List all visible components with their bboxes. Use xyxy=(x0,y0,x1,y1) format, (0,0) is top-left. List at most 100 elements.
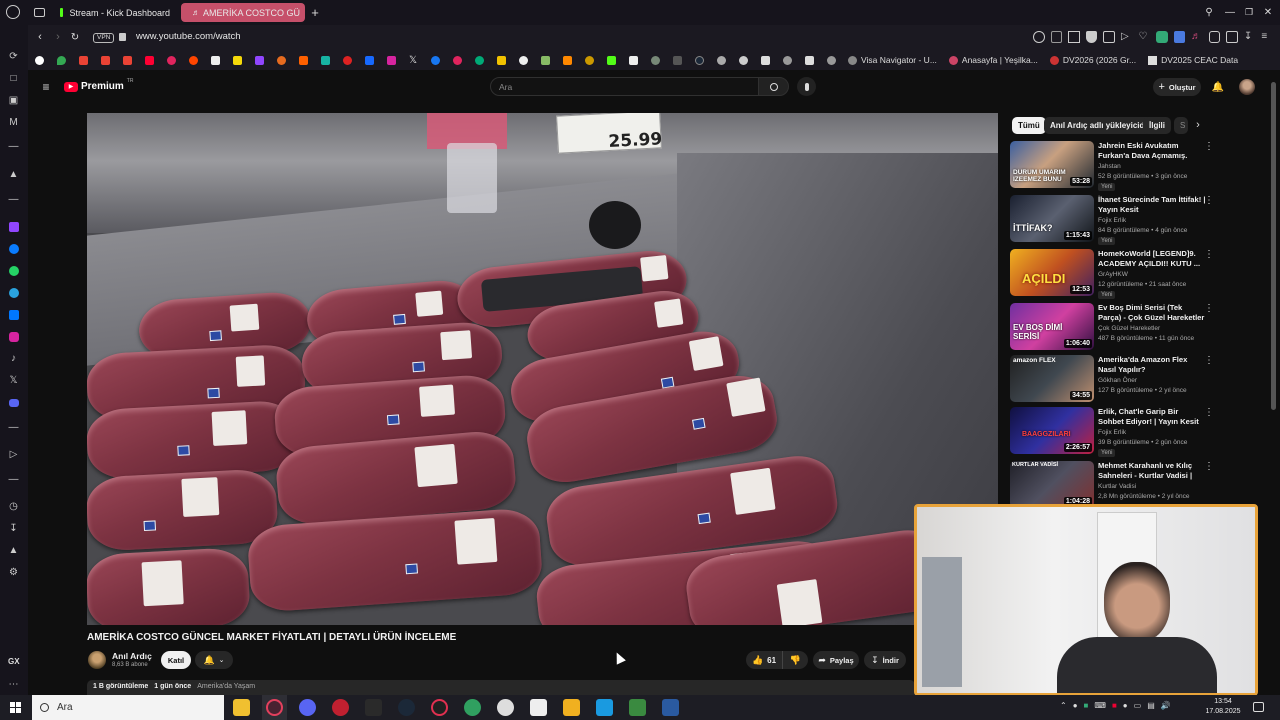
bookmark-dot[interactable] xyxy=(336,50,358,70)
channel-avatar[interactable] xyxy=(88,651,106,669)
steam-icon[interactable] xyxy=(398,699,415,716)
chip-all[interactable]: Tümü xyxy=(1012,117,1046,134)
vpn-extension-icon[interactable] xyxy=(1156,31,1168,43)
tray-chevron-icon[interactable]: ⌃ xyxy=(1060,701,1067,714)
dislike-button[interactable]: 👎 xyxy=(782,651,808,669)
bookmark-anasayfa[interactable]: Anasayfa | Yeşilka... xyxy=(943,55,1044,65)
bookmark-orange-1[interactable] xyxy=(270,50,292,70)
download-button[interactable]: ↧ İndir xyxy=(864,651,906,669)
zoom-icon[interactable] xyxy=(1033,31,1045,43)
download-video-icon[interactable] xyxy=(1103,31,1115,43)
rockstar-icon[interactable] xyxy=(563,699,580,716)
bookmark-behance[interactable] xyxy=(358,50,380,70)
calculator-icon[interactable] xyxy=(662,699,679,716)
taskbar-search[interactable]: Ara xyxy=(32,695,224,720)
bookmark-chatgpt[interactable] xyxy=(512,50,534,70)
shield-icon[interactable] xyxy=(1085,31,1098,43)
forward-icon[interactable]: › xyxy=(52,31,64,43)
bookmark-facebook[interactable] xyxy=(424,50,446,70)
download-icon[interactable]: ↧ xyxy=(1244,31,1256,43)
microphone-tray-icon[interactable]: ● xyxy=(1073,701,1078,714)
tab-youtube-video[interactable]: ♬ AMERİKA COSTCO GÜ xyxy=(181,3,305,22)
more-options-icon[interactable]: ⋮ xyxy=(1204,355,1214,366)
share-button[interactable]: ➦ Paylaş xyxy=(813,651,859,669)
twitch-icon[interactable] xyxy=(7,220,20,233)
player-icon[interactable]: ▷ xyxy=(7,448,20,461)
translate-icon[interactable] xyxy=(1173,31,1186,43)
volume-icon[interactable]: 🔊 xyxy=(1161,701,1171,714)
bookmark-maps[interactable] xyxy=(50,50,72,70)
opera-menu-icon[interactable] xyxy=(6,5,20,19)
kick-sidebar-icon[interactable]: ▲ xyxy=(7,168,20,181)
hamburger-menu-icon[interactable]: ≡ xyxy=(40,80,52,94)
instagram-icon[interactable] xyxy=(7,330,20,343)
app-blue-icon[interactable] xyxy=(596,699,613,716)
history-icon[interactable]: ◷ xyxy=(7,500,20,513)
vpn-tray-icon[interactable]: ■ xyxy=(1084,701,1089,714)
workspaces-icon[interactable]: □ xyxy=(7,72,20,85)
recommendation-item[interactable]: AÇILDI 12:53 HomeKoWorld [LEGEND]9. ACAD… xyxy=(1010,249,1215,299)
windows-start-icon[interactable] xyxy=(10,702,21,713)
play-icon[interactable]: ▷ xyxy=(1121,31,1133,43)
maximize-icon[interactable]: ❐ xyxy=(1243,6,1255,18)
video-description-box[interactable]: 1 B görüntüleme 1 gün önce Amerika'da Ya… xyxy=(87,680,915,695)
aria-icon[interactable]: ⟳ xyxy=(7,50,20,63)
more-options-icon[interactable]: ⋮ xyxy=(1204,141,1214,152)
bookmark-x[interactable]: 𝕏 xyxy=(402,50,424,70)
video-tag[interactable]: Amerika'da Yaşam xyxy=(197,683,255,692)
avatar[interactable] xyxy=(1239,79,1255,95)
whatsapp-icon[interactable] xyxy=(7,264,20,277)
bookmark-link[interactable] xyxy=(446,50,468,70)
app-green-icon[interactable] xyxy=(629,699,646,716)
new-tab-button[interactable]: + xyxy=(308,5,322,20)
snapshot-icon[interactable] xyxy=(1068,31,1080,43)
bookmark-dv2025[interactable]: DV2025 CEAC Data xyxy=(1142,55,1244,65)
tiktok-icon[interactable]: ♪ xyxy=(7,352,20,365)
bookmark-game[interactable] xyxy=(534,50,556,70)
discord-taskbar-icon[interactable] xyxy=(299,699,316,716)
bookmark-b[interactable] xyxy=(622,50,644,70)
reload-icon[interactable]: ↻ xyxy=(69,31,81,43)
bookmark-wow[interactable] xyxy=(578,50,600,70)
x-icon[interactable]: 𝕏 xyxy=(7,374,20,387)
more-options-icon[interactable]: ⋮ xyxy=(1204,461,1214,472)
bookmark-t[interactable] xyxy=(204,50,226,70)
bookmark-reddit[interactable] xyxy=(182,50,204,70)
search-tabs-icon[interactable]: ⚲ xyxy=(1203,6,1215,18)
notifications-bell-icon[interactable]: 🔔 xyxy=(1212,81,1224,93)
chrome-icon[interactable] xyxy=(497,699,514,716)
like-button[interactable]: 👍 61 xyxy=(746,651,782,669)
more-options-icon[interactable]: ⋮ xyxy=(1204,195,1214,206)
wallet-icon[interactable] xyxy=(1226,31,1238,43)
bookmark-twitch[interactable] xyxy=(248,50,270,70)
search-input[interactable]: Ara xyxy=(490,77,759,96)
bookmark-visa-navigator[interactable]: Visa Navigator - U... xyxy=(842,55,943,65)
bookmark-youtube[interactable] xyxy=(138,50,160,70)
bookmark-red-circle[interactable] xyxy=(160,50,182,70)
voice-search-button[interactable] xyxy=(797,77,816,96)
bookmark-gray-1[interactable] xyxy=(710,50,732,70)
chip-partial[interactable]: S xyxy=(1174,117,1188,134)
tabs-icon[interactable]: ▣ xyxy=(7,94,20,107)
more-options-icon[interactable]: ⋮ xyxy=(1204,249,1214,260)
bookmark-hb[interactable] xyxy=(292,50,314,70)
tab-manager-icon[interactable] xyxy=(34,8,45,17)
extensions-icon[interactable] xyxy=(1208,31,1221,43)
app-circle-icon[interactable] xyxy=(431,699,448,716)
bookmark-steam[interactable] xyxy=(688,50,710,70)
search-button[interactable] xyxy=(758,77,789,96)
bookmark-gmail-3[interactable] xyxy=(116,50,138,70)
bookmark-gmail-2[interactable] xyxy=(94,50,116,70)
epic-games-icon[interactable] xyxy=(365,699,382,716)
edge-icon[interactable] xyxy=(464,699,481,716)
bookmark-s[interactable] xyxy=(226,50,248,70)
recommendation-item[interactable]: BAAGGZILARI 2:26:57 Erlik, Chat'le Garip… xyxy=(1010,407,1215,457)
back-icon[interactable]: ‹ xyxy=(34,31,46,43)
chip-related[interactable]: İlgili xyxy=(1143,117,1171,134)
create-button[interactable]: + Oluştur xyxy=(1153,78,1201,96)
menu-icon[interactable]: ≡ xyxy=(1261,31,1273,43)
downloads-icon[interactable]: ↧ xyxy=(7,522,20,535)
bookmark-gray-2[interactable] xyxy=(732,50,754,70)
vk-icon[interactable] xyxy=(7,308,20,321)
bookmark-google[interactable] xyxy=(28,50,50,70)
